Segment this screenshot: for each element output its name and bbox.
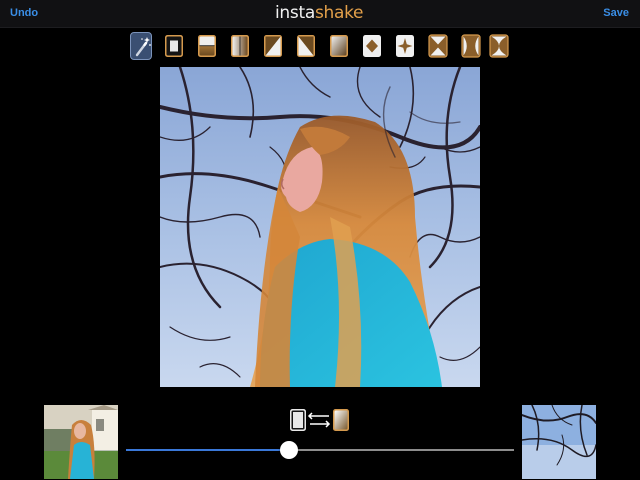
logo-text-insta: insta	[275, 3, 315, 23]
main-photo-canvas[interactable]	[160, 67, 480, 387]
diagonal-left-icon	[264, 35, 282, 57]
logo-text-shake: shake	[314, 3, 364, 23]
tool-x-cross[interactable]	[427, 32, 449, 60]
tool-frame-center[interactable]	[163, 32, 185, 60]
star-icon	[396, 35, 414, 57]
split-vertical-icon	[231, 35, 249, 57]
blended-photo-image	[160, 67, 480, 387]
tool-magic-wand[interactable]	[130, 32, 152, 60]
diamond-icon	[363, 35, 381, 57]
source-photo-thumbnail[interactable]	[44, 405, 118, 479]
slider-knob[interactable]	[279, 441, 298, 459]
swap-arrows-icon	[290, 409, 349, 431]
mask-tool-row	[130, 32, 510, 60]
tool-split-vertical[interactable]	[229, 32, 251, 60]
overlay-photo-image	[522, 405, 596, 479]
blend-slider[interactable]	[126, 440, 514, 460]
undo-button[interactable]: Undo	[10, 7, 38, 19]
split-horizontal-icon	[198, 35, 216, 57]
diagonal-right-icon	[297, 35, 315, 57]
tool-gradient-frame[interactable]	[328, 32, 350, 60]
hourglass-icon	[489, 34, 509, 58]
slider-fill	[126, 449, 289, 451]
tool-diagonal-left[interactable]	[262, 32, 284, 60]
swap-images-button[interactable]	[288, 406, 352, 434]
app-logo: instashake	[275, 3, 364, 23]
concave-sides-icon	[461, 34, 481, 58]
top-bar: Undo instashake Save	[0, 0, 640, 28]
tool-diagonal-right[interactable]	[295, 32, 317, 60]
gradient-frame-icon	[330, 35, 348, 57]
x-cross-icon	[428, 34, 448, 58]
tool-diamond[interactable]	[361, 32, 383, 60]
overlay-photo-thumbnail[interactable]	[522, 405, 596, 479]
tool-hourglass[interactable]	[488, 32, 510, 60]
tool-concave-sides[interactable]	[460, 32, 482, 60]
save-button[interactable]: Save	[603, 7, 629, 19]
tool-split-horizontal[interactable]	[196, 32, 218, 60]
magic-wand-icon	[135, 37, 151, 57]
source-photo-image	[44, 405, 118, 479]
tool-star[interactable]	[394, 32, 416, 60]
frame-center-icon	[165, 35, 183, 57]
